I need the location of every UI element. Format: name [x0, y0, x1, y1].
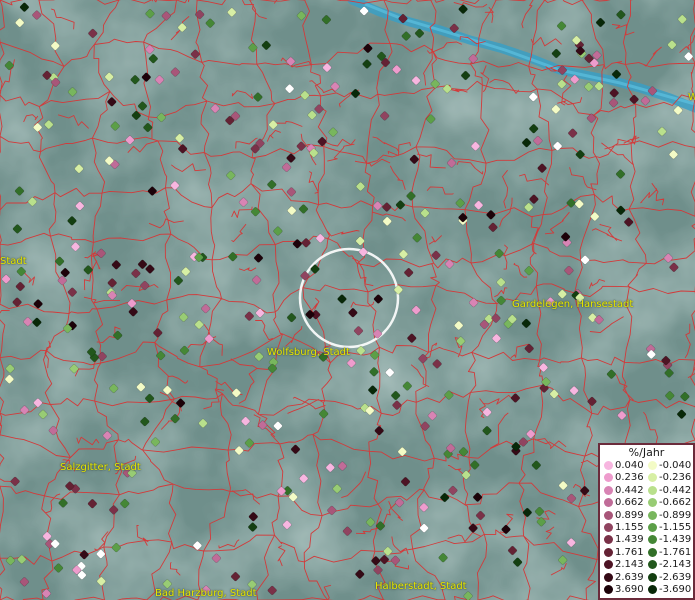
legend: %/Jahr 0.040 -0.040 0.236 -0.236 0.442 -0.442… — [598, 443, 695, 600]
legend-positive-value: 0.899 — [615, 509, 644, 521]
legend-positive-value: 1.761 — [615, 546, 644, 558]
legend-positive-value: 3.690 — [615, 584, 644, 595]
legend-negative-swatch — [648, 572, 657, 582]
place-label-gardelegen[interactable]: Gardelegen, Hansestadt — [512, 299, 633, 310]
legend-positive-swatch — [604, 585, 613, 594]
legend-negative-swatch — [648, 523, 657, 532]
legend-positive-swatch — [604, 485, 613, 495]
legend-negative-value: -3.690 — [659, 584, 692, 595]
legend-negative-swatch — [648, 560, 657, 570]
legend-negative-swatch — [648, 585, 657, 594]
legend-negative-swatch — [648, 510, 657, 520]
legend-positive-value: 0.662 — [615, 497, 644, 509]
legend-positive-value: 0.442 — [615, 484, 644, 496]
legend-positive-swatch — [604, 572, 613, 582]
legend-negative-swatch — [648, 547, 657, 557]
legend-row: 0.236 -0.236 — [600, 472, 693, 483]
legend-row: 0.040 -0.040 — [600, 460, 693, 471]
legend-negative-value: -2.143 — [659, 559, 692, 571]
legend-negative-value: -0.040 — [659, 460, 692, 471]
place-label-halberstadt[interactable]: Halberstadt, Stadt — [375, 581, 467, 592]
legend-negative-swatch — [648, 485, 657, 495]
legend-row: 1.155 -1.155 — [600, 522, 693, 533]
legend-negative-swatch — [648, 473, 657, 483]
place-label-salzgitter[interactable]: Salzgitter, Stadt — [60, 462, 141, 473]
legend-row: 2.639 -2.639 — [600, 572, 693, 583]
legend-positive-swatch — [604, 473, 613, 483]
legend-row: 0.442 -0.442 — [600, 485, 693, 496]
legend-row: 3.690 -3.690 — [600, 584, 693, 595]
legend-negative-swatch — [648, 461, 657, 470]
legend-positive-swatch — [604, 547, 613, 557]
legend-positive-swatch — [604, 535, 613, 545]
legend-row: 2.143 -2.143 — [600, 559, 693, 570]
legend-negative-value: -1.439 — [659, 534, 692, 546]
legend-positive-swatch — [604, 523, 613, 532]
legend-positive-swatch — [604, 461, 613, 470]
legend-positive-value: 0.236 — [615, 472, 644, 484]
legend-positive-value: 2.639 — [615, 571, 644, 583]
place-label-stadt-west: Stadt — [0, 256, 27, 267]
legend-positive-swatch — [604, 510, 613, 520]
legend-negative-value: -2.639 — [659, 571, 692, 583]
legend-negative-swatch — [648, 535, 657, 545]
map-viewport[interactable]: Stadt Wolfsburg, Stadt Gardelegen, Hanse… — [0, 0, 695, 600]
place-label-bad-harzburg[interactable]: Bad Harzburg, Stadt — [155, 588, 257, 599]
legend-positive-swatch — [604, 498, 613, 508]
place-label-edge-w: W — [688, 92, 695, 103]
legend-negative-swatch — [648, 498, 657, 508]
place-label-wolfsburg[interactable]: Wolfsburg, Stadt — [267, 347, 350, 358]
legend-title: %/Jahr — [628, 446, 665, 459]
legend-positive-value: 1.439 — [615, 534, 644, 546]
legend-positive-value: 2.143 — [615, 559, 644, 571]
legend-positive-value: 1.155 — [615, 522, 644, 533]
legend-row: 1.439 -1.439 — [600, 534, 693, 545]
legend-positive-swatch — [604, 560, 613, 570]
legend-negative-value: -0.236 — [659, 472, 692, 484]
legend-negative-value: -0.442 — [659, 484, 692, 496]
legend-row: 0.662 -0.662 — [600, 497, 693, 508]
legend-row: 0.899 -0.899 — [600, 510, 693, 521]
legend-positive-value: 0.040 — [615, 460, 644, 471]
legend-negative-value: -1.155 — [659, 522, 692, 533]
legend-row: 1.761 -1.761 — [600, 547, 693, 558]
legend-negative-value: -0.662 — [659, 497, 692, 509]
legend-negative-value: -0.899 — [659, 509, 692, 521]
legend-negative-value: -1.761 — [659, 546, 692, 558]
